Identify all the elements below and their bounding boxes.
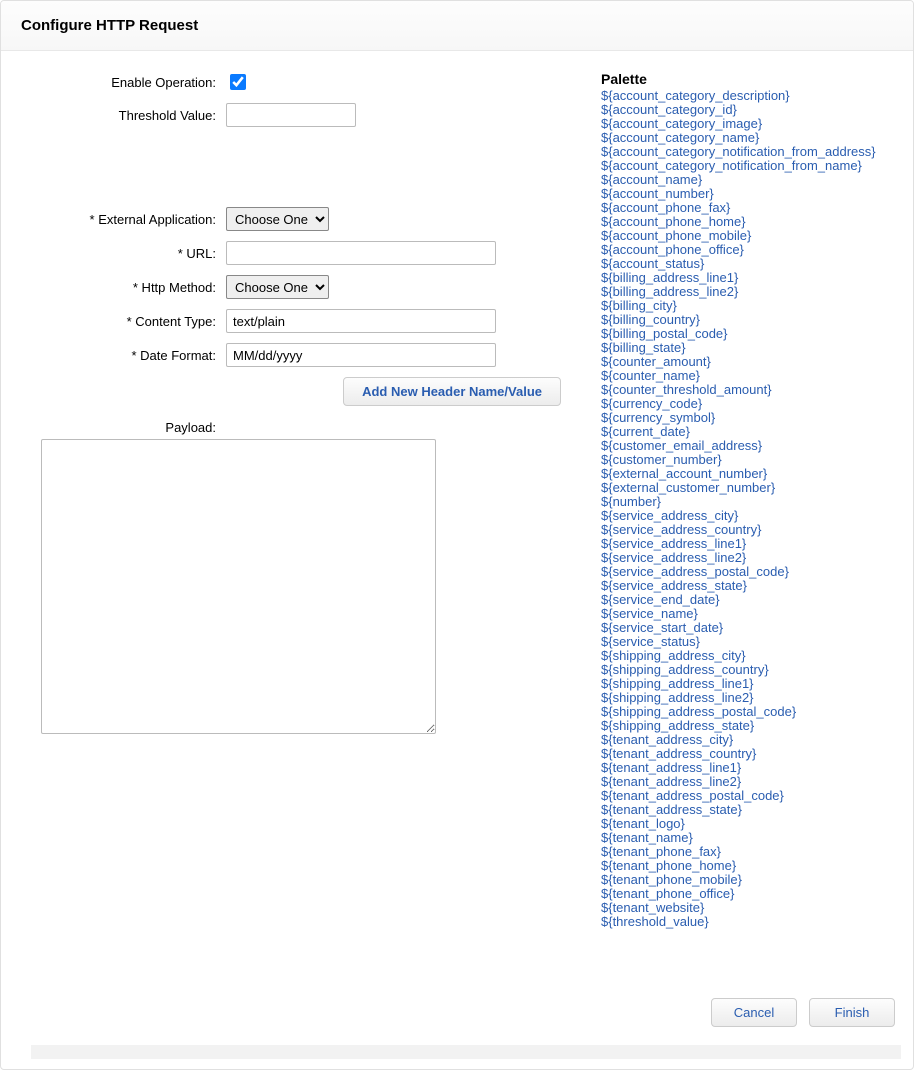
bottom-bar: [31, 1045, 901, 1059]
palette-item[interactable]: ${account_category_image}: [601, 117, 893, 131]
palette-item[interactable]: ${account_category_description}: [601, 89, 893, 103]
palette-item[interactable]: ${billing_state}: [601, 341, 893, 355]
palette-item[interactable]: ${billing_address_line2}: [601, 285, 893, 299]
palette-item[interactable]: ${billing_city}: [601, 299, 893, 313]
label-enable-operation: Enable Operation:: [21, 75, 226, 90]
palette-item[interactable]: ${external_account_number}: [601, 467, 893, 481]
palette-item[interactable]: ${service_end_date}: [601, 593, 893, 607]
palette-item[interactable]: ${customer_number}: [601, 453, 893, 467]
palette-item[interactable]: ${shipping_address_country}: [601, 663, 893, 677]
palette-item[interactable]: ${tenant_phone_fax}: [601, 845, 893, 859]
palette-item[interactable]: ${tenant_phone_office}: [601, 887, 893, 901]
palette-item[interactable]: ${customer_email_address}: [601, 439, 893, 453]
palette-item[interactable]: ${service_name}: [601, 607, 893, 621]
row-enable-operation: Enable Operation:: [21, 71, 581, 93]
row-url: * URL:: [21, 241, 581, 265]
palette-item[interactable]: ${counter_threshold_amount}: [601, 383, 893, 397]
row-date-format: * Date Format:: [21, 343, 581, 367]
row-payload: Payload:: [21, 416, 581, 435]
palette-item[interactable]: ${tenant_address_country}: [601, 747, 893, 761]
palette-list: ${account_category_description}${account…: [601, 89, 893, 929]
select-external-application[interactable]: Choose One: [226, 207, 329, 231]
palette-item[interactable]: ${service_address_postal_code}: [601, 565, 893, 579]
input-content-type[interactable]: [226, 309, 496, 333]
dialog: Configure HTTP Request Enable Operation:…: [0, 0, 914, 1070]
dialog-content: Enable Operation: Threshold Value: * Ext…: [1, 51, 913, 939]
palette-item[interactable]: ${tenant_logo}: [601, 817, 893, 831]
row-threshold-value: Threshold Value:: [21, 103, 581, 127]
palette-item[interactable]: ${billing_address_line1}: [601, 271, 893, 285]
palette-item[interactable]: ${service_address_line2}: [601, 551, 893, 565]
label-url: * URL:: [21, 246, 226, 261]
palette-item[interactable]: ${account_category_name}: [601, 131, 893, 145]
palette-item[interactable]: ${tenant_address_city}: [601, 733, 893, 747]
row-external-application: * External Application: Choose One: [21, 207, 581, 231]
label-http-method: * Http Method:: [21, 280, 226, 295]
palette-item[interactable]: ${counter_name}: [601, 369, 893, 383]
row-http-method: * Http Method: Choose One: [21, 275, 581, 299]
palette-item[interactable]: ${account_name}: [601, 173, 893, 187]
palette-item[interactable]: ${external_customer_number}: [601, 481, 893, 495]
palette-item[interactable]: ${service_address_city}: [601, 509, 893, 523]
palette-item[interactable]: ${service_address_line1}: [601, 537, 893, 551]
label-content-type: * Content Type:: [21, 314, 226, 329]
palette-item[interactable]: ${shipping_address_state}: [601, 719, 893, 733]
label-date-format: * Date Format:: [21, 348, 226, 363]
label-threshold-value: Threshold Value:: [21, 108, 226, 123]
palette-item[interactable]: ${tenant_address_line2}: [601, 775, 893, 789]
palette-item[interactable]: ${shipping_address_city}: [601, 649, 893, 663]
palette-item[interactable]: ${account_category_notification_from_nam…: [601, 159, 893, 173]
palette-item[interactable]: ${account_phone_office}: [601, 243, 893, 257]
palette-item[interactable]: ${account_category_notification_from_add…: [601, 145, 893, 159]
textarea-payload[interactable]: [41, 439, 436, 734]
palette-title: Palette: [601, 71, 893, 87]
palette-item[interactable]: ${number}: [601, 495, 893, 509]
palette-item[interactable]: ${account_status}: [601, 257, 893, 271]
dialog-header: Configure HTTP Request: [1, 1, 913, 51]
dialog-title: Configure HTTP Request: [21, 17, 893, 34]
checkbox-enable-operation[interactable]: [230, 74, 246, 90]
palette-item[interactable]: ${tenant_phone_home}: [601, 859, 893, 873]
palette-item[interactable]: ${service_address_country}: [601, 523, 893, 537]
palette-item[interactable]: ${account_phone_home}: [601, 215, 893, 229]
palette-item[interactable]: ${currency_symbol}: [601, 411, 893, 425]
palette-item[interactable]: ${tenant_address_postal_code}: [601, 789, 893, 803]
label-external-application: * External Application:: [21, 212, 226, 227]
row-content-type: * Content Type:: [21, 309, 581, 333]
palette-item[interactable]: ${tenant_address_line1}: [601, 761, 893, 775]
palette-item[interactable]: ${service_status}: [601, 635, 893, 649]
palette-item[interactable]: ${account_phone_fax}: [601, 201, 893, 215]
palette-item[interactable]: ${billing_country}: [601, 313, 893, 327]
input-date-format[interactable]: [226, 343, 496, 367]
palette-item[interactable]: ${tenant_website}: [601, 901, 893, 915]
palette-item[interactable]: ${shipping_address_postal_code}: [601, 705, 893, 719]
dialog-footer: Cancel Finish: [711, 998, 895, 1027]
payload-wrap: [41, 439, 581, 737]
label-payload: Payload:: [21, 416, 226, 435]
row-add-header: Add New Header Name/Value: [21, 377, 581, 406]
palette-item[interactable]: ${counter_amount}: [601, 355, 893, 369]
palette-item[interactable]: ${service_start_date}: [601, 621, 893, 635]
palette-item[interactable]: ${tenant_name}: [601, 831, 893, 845]
palette-item[interactable]: ${account_category_id}: [601, 103, 893, 117]
form-column: Enable Operation: Threshold Value: * Ext…: [21, 71, 581, 929]
palette-item[interactable]: ${currency_code}: [601, 397, 893, 411]
palette-item[interactable]: ${billing_postal_code}: [601, 327, 893, 341]
add-header-button[interactable]: Add New Header Name/Value: [343, 377, 561, 406]
palette-item[interactable]: ${threshold_value}: [601, 915, 893, 929]
select-http-method[interactable]: Choose One: [226, 275, 329, 299]
palette-item[interactable]: ${account_number}: [601, 187, 893, 201]
palette-item[interactable]: ${shipping_address_line2}: [601, 691, 893, 705]
finish-button[interactable]: Finish: [809, 998, 895, 1027]
palette-item[interactable]: ${current_date}: [601, 425, 893, 439]
palette-item[interactable]: ${tenant_phone_mobile}: [601, 873, 893, 887]
palette-item[interactable]: ${shipping_address_line1}: [601, 677, 893, 691]
palette-column: Palette ${account_category_description}$…: [601, 71, 893, 929]
palette-item[interactable]: ${tenant_address_state}: [601, 803, 893, 817]
input-threshold-value[interactable]: [226, 103, 356, 127]
cancel-button[interactable]: Cancel: [711, 998, 797, 1027]
palette-item[interactable]: ${service_address_state}: [601, 579, 893, 593]
palette-item[interactable]: ${account_phone_mobile}: [601, 229, 893, 243]
input-url[interactable]: [226, 241, 496, 265]
